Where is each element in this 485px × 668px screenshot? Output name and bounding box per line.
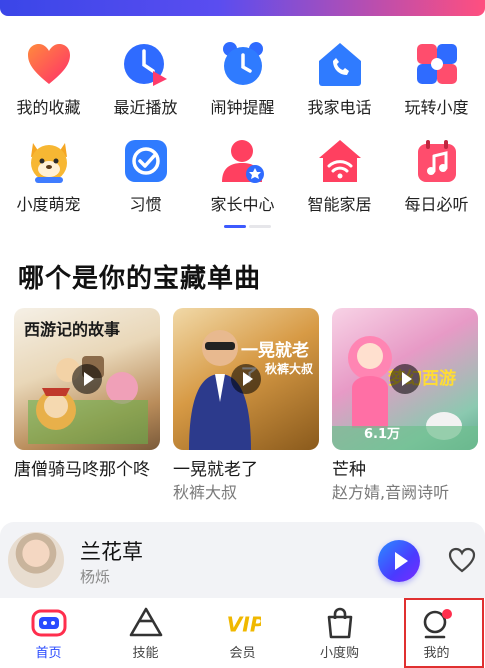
shortcut-label: 最近播放	[113, 98, 178, 117]
tab-profile[interactable]: 我的	[388, 598, 485, 668]
song-title: 唐僧骑马咚那个咚	[14, 460, 150, 480]
shortcut-label: 习惯	[129, 195, 162, 214]
tab-vip[interactable]: VIP 会员	[194, 598, 291, 668]
play-icon[interactable]	[390, 364, 420, 394]
shortcut-smart-home[interactable]: 智能家居	[291, 137, 388, 234]
section-title: 哪个是你的宝藏单曲	[18, 264, 262, 294]
shortcut-row: 小度萌宠 习惯 家长中心 智能家居 每日必听	[0, 137, 485, 234]
shortcut-daily-listen[interactable]: 每日必听	[388, 137, 485, 234]
vip-tab-icon: VIP	[225, 606, 260, 640]
song-artist: 赵方婧,音阙诗听	[332, 483, 450, 502]
song-thumbnail[interactable]: 一晃就老了 秋裤大叔	[173, 308, 319, 450]
tab-label: 我的	[423, 646, 450, 661]
player-song-title: 兰花草	[80, 540, 143, 564]
mini-player[interactable]: 兰花草 杨烁	[0, 522, 485, 598]
tab-shopping[interactable]: 小度购	[291, 598, 388, 668]
song-thumbnail[interactable]: 西游记的故事	[14, 308, 160, 450]
home-phone-icon	[316, 40, 364, 88]
cartoon-illustration	[28, 356, 148, 444]
shortcut-label: 我的收藏	[16, 98, 81, 117]
habit-check-icon	[122, 137, 170, 185]
shortcut-favorites[interactable]: 我的收藏	[0, 40, 97, 137]
thumbnail-title: 西游记的故事	[24, 320, 121, 339]
shortcut-label: 智能家居	[307, 195, 372, 214]
play-icon[interactable]	[72, 364, 102, 394]
notification-dot	[441, 609, 452, 619]
song-title: 一晃就老了	[173, 460, 258, 480]
smart-home-icon	[316, 137, 364, 185]
alarm-clock-icon	[219, 40, 267, 88]
song-artist: 秋裤大叔	[173, 483, 238, 502]
song-card[interactable]: 一晃就老了 秋裤大叔 一晃就老了 秋裤大叔	[173, 308, 319, 504]
tab-skills[interactable]: 技能	[97, 598, 194, 668]
shortcut-recent-play[interactable]: 最近播放	[97, 40, 194, 137]
shortcut-label: 每日必听	[404, 195, 469, 214]
tab-label: 首页	[35, 646, 62, 661]
svg-text:VIP: VIP	[226, 613, 260, 637]
home-tab-icon	[31, 606, 67, 640]
shortcut-label: 小度萌宠	[16, 195, 81, 214]
bottom-tab-bar: 首页 技能 VIP 会员 小度购 我的	[0, 598, 485, 668]
page-dot	[249, 225, 271, 228]
parent-center-icon	[219, 137, 267, 185]
player-artist: 杨烁	[80, 568, 111, 586]
song-cover-avatar[interactable]	[8, 532, 64, 588]
shortcut-grid: 我的收藏 最近播放 闹钟提醒 我家电话 玩转小度 小度萌宠 习惯 家长中心 智能…	[0, 40, 485, 234]
play-icon[interactable]	[231, 364, 261, 394]
song-title: 芒种	[332, 460, 366, 480]
daily-music-icon	[413, 137, 461, 185]
player-play-button[interactable]	[378, 540, 420, 582]
tab-label: 小度购	[319, 646, 359, 661]
shopping-bag-icon	[322, 606, 358, 640]
page-indicator	[224, 225, 271, 228]
shortcut-explore-xiaodu[interactable]: 玩转小度	[388, 40, 485, 137]
song-card-list: 西游记的故事 唐僧骑马咚那个咚 一晃就老了 秋裤大叔	[14, 308, 478, 504]
shortcut-label: 玩转小度	[404, 98, 469, 117]
play-count: 6.1万	[364, 427, 401, 442]
profile-tab-icon	[419, 606, 455, 640]
tab-label: 会员	[229, 646, 256, 661]
shortcut-pet[interactable]: 小度萌宠	[0, 137, 97, 234]
shortcut-label: 闹钟提醒	[210, 98, 275, 117]
song-thumbnail[interactable]: 梦幻西游 6.1万	[332, 308, 478, 450]
page-dot-active	[224, 225, 246, 228]
shortcut-habit[interactable]: 习惯	[97, 137, 194, 234]
like-heart-icon[interactable]	[448, 547, 476, 573]
puzzle-icon	[413, 40, 461, 88]
recent-play-icon	[122, 40, 170, 88]
top-banner[interactable]	[0, 0, 485, 16]
shortcut-label: 我家电话	[307, 98, 372, 117]
song-card[interactable]: 西游记的故事 唐僧骑马咚那个咚	[14, 308, 160, 504]
shortcut-home-phone[interactable]: 我家电话	[291, 40, 388, 137]
pet-icon	[25, 137, 73, 185]
shortcut-alarm[interactable]: 闹钟提醒	[194, 40, 291, 137]
skills-tab-icon	[128, 606, 164, 640]
shortcut-parent-center[interactable]: 家长中心	[194, 137, 291, 234]
tab-home[interactable]: 首页	[0, 598, 97, 668]
tab-label: 技能	[132, 646, 159, 661]
thumbnail-subtitle: 秋裤大叔	[265, 362, 314, 376]
song-card[interactable]: 梦幻西游 6.1万 芒种 赵方婧,音阙诗听	[332, 308, 478, 504]
shortcut-row: 我的收藏 最近播放 闹钟提醒 我家电话 玩转小度	[0, 40, 485, 137]
heart-icon	[25, 40, 73, 88]
shortcut-label: 家长中心	[210, 195, 275, 214]
